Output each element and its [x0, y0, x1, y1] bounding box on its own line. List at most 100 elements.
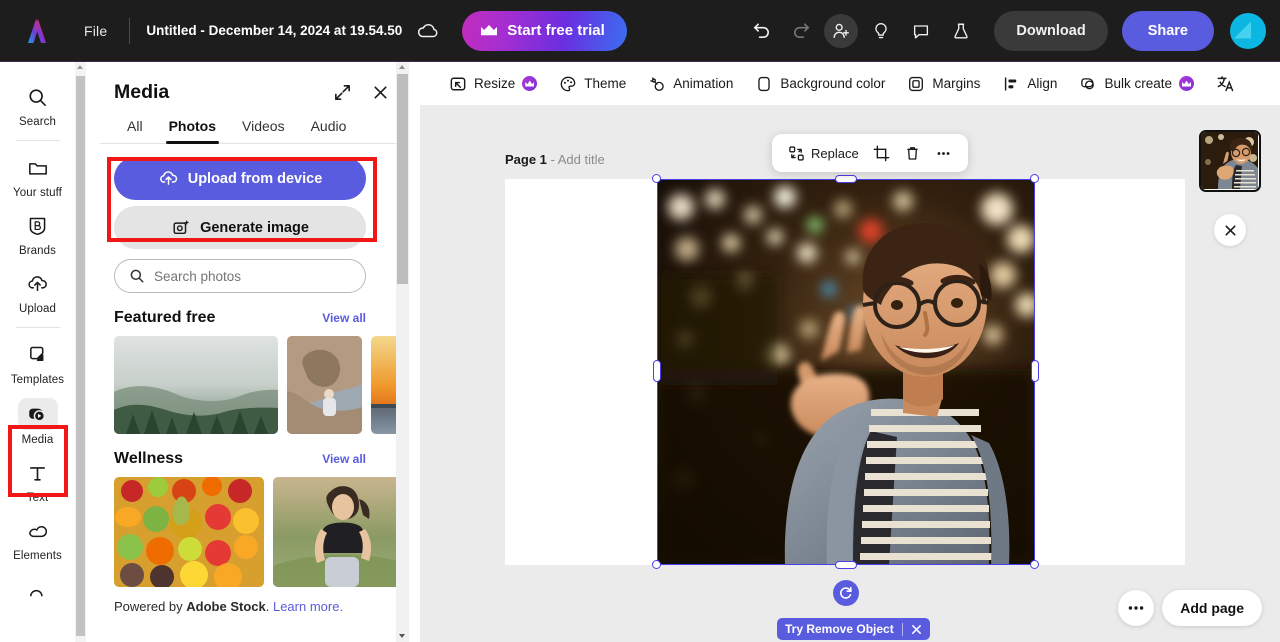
brand-shield-icon — [21, 211, 55, 241]
lightbulb-icon[interactable] — [864, 14, 898, 48]
media-icon — [17, 398, 58, 430]
section-title: Featured free — [114, 309, 216, 326]
scrollbar-thumb[interactable] — [76, 76, 85, 636]
document-title[interactable]: Untitled - December 14, 2024 at 19.54.50 — [146, 23, 402, 38]
page-more-options-button[interactable] — [1118, 590, 1155, 626]
sidebar-item-text[interactable]: Text — [5, 452, 71, 510]
download-button[interactable]: Download — [994, 10, 1108, 51]
photo-thumbnail-misty-forest[interactable] — [114, 336, 278, 434]
add-title-placeholder[interactable]: - Add title — [547, 152, 605, 167]
sidebar-item-your-stuff[interactable]: Your stuff — [5, 147, 71, 205]
start-free-trial-button[interactable]: Start free trial — [462, 10, 627, 51]
sidebar-item-brands[interactable]: Brands — [5, 205, 71, 263]
sidebar-item-templates[interactable]: Templates — [5, 334, 71, 392]
more-options-button[interactable] — [929, 140, 958, 167]
sidebar-label: Templates — [10, 374, 65, 386]
scroll-down-arrow-icon[interactable] — [399, 634, 405, 638]
panel-actions — [330, 80, 392, 104]
selected-image[interactable] — [657, 179, 1035, 565]
page-thumbnail-panel — [1194, 130, 1266, 246]
sidebar-item-media[interactable]: Media — [5, 392, 71, 452]
close-icon[interactable] — [911, 624, 922, 635]
cloud-sync-icon — [416, 21, 440, 41]
undo-icon[interactable] — [744, 14, 778, 48]
toolbar-translate[interactable] — [1207, 68, 1244, 99]
toolbar-label: Theme — [584, 76, 627, 91]
photo-thumbnail-woman-on-rocks[interactable] — [287, 336, 362, 434]
learn-more-link[interactable]: Learn more. — [273, 599, 343, 614]
comment-icon[interactable] — [904, 14, 938, 48]
view-all-link-featured[interactable]: View all — [322, 311, 366, 325]
redo-icon[interactable] — [784, 14, 818, 48]
close-thumbnail-panel-button[interactable] — [1214, 214, 1246, 246]
tab-photos[interactable]: Photos — [156, 118, 229, 144]
sidebar-item-partial[interactable] — [5, 568, 71, 610]
tab-videos[interactable]: Videos — [229, 118, 298, 143]
try-remove-object-badge[interactable]: Try Remove Object — [777, 618, 930, 640]
scrollbar-thumb[interactable] — [397, 74, 408, 284]
rotate-handle[interactable] — [833, 580, 859, 606]
rail-divider — [15, 327, 60, 328]
search-icon — [129, 268, 145, 284]
photo-thumbnail-fruits-vegetables[interactable] — [114, 477, 264, 587]
avatar[interactable] — [1230, 12, 1266, 49]
scroll-up-arrow-icon[interactable] — [399, 65, 405, 69]
sidebar-item-elements[interactable]: Elements — [5, 510, 71, 568]
toolbar-bulk-create[interactable]: Bulk create — [1070, 69, 1203, 99]
photo-thumbnail-woman-jogging[interactable] — [273, 477, 408, 587]
media-panel: Media All Photos Videos Audio Upload fro… — [98, 62, 408, 642]
tab-audio[interactable]: Audio — [298, 118, 360, 143]
share-button[interactable]: Share — [1121, 10, 1214, 51]
rotate-icon — [838, 585, 854, 601]
toolbar-margins[interactable]: Margins — [898, 69, 989, 99]
add-page-button[interactable]: Add page — [1162, 590, 1262, 626]
adobe-express-logo-icon[interactable] — [22, 16, 56, 46]
palette-icon — [559, 75, 577, 93]
view-all-link-wellness[interactable]: View all — [322, 452, 366, 466]
toolbar-background-color[interactable]: Background color — [746, 69, 894, 99]
search-photos-input[interactable] — [154, 268, 351, 284]
generate-image-button[interactable]: Generate image — [114, 206, 366, 249]
image-float-toolbar: Replace — [772, 134, 968, 172]
toolbar-resize[interactable]: Resize — [440, 69, 546, 99]
upload-cloud-icon — [21, 269, 55, 299]
tab-all[interactable]: All — [114, 118, 156, 143]
toolbar-animation[interactable]: Animation — [639, 69, 742, 99]
resize-handle-top-left[interactable] — [652, 174, 661, 183]
rail-scrollbar[interactable] — [75, 62, 86, 642]
beaker-icon[interactable] — [944, 14, 978, 48]
crop-button[interactable] — [867, 140, 896, 167]
file-menu-button[interactable]: File — [76, 18, 115, 44]
sidebar-item-upload[interactable]: Upload — [5, 263, 71, 321]
toolbar-theme[interactable]: Theme — [550, 69, 635, 99]
premium-crown-badge-icon — [1179, 76, 1194, 91]
premium-crown-badge-icon — [522, 76, 538, 91]
resize-handle-bottom-right[interactable] — [1030, 560, 1039, 569]
upload-from-device-button[interactable]: Upload from device — [114, 157, 366, 200]
resize-handle-middle-right[interactable] — [1031, 360, 1039, 382]
wellness-thumbnails — [98, 468, 408, 587]
margins-icon — [907, 75, 925, 93]
scroll-up-arrow-icon[interactable] — [77, 65, 83, 69]
trial-button-label: Start free trial — [507, 22, 605, 39]
sidebar-item-search[interactable]: Search — [5, 76, 71, 134]
resize-handle-bottom-center[interactable] — [835, 561, 857, 569]
replace-button[interactable]: Replace — [782, 140, 865, 167]
adobe-express-app: File Untitled - December 14, 2024 at 19.… — [0, 0, 1280, 642]
delete-button[interactable] — [898, 140, 927, 167]
page-thumbnail[interactable] — [1199, 130, 1261, 192]
resize-handle-top-center[interactable] — [835, 175, 857, 183]
folder-icon — [21, 153, 55, 183]
toolbar-align[interactable]: Align — [993, 69, 1066, 99]
close-icon[interactable] — [368, 80, 392, 104]
panel-header: Media — [98, 62, 408, 104]
canvas-area[interactable]: Page 1 - Add title Replace Try Remove Ob… — [420, 106, 1280, 642]
media-panel-scrollbar[interactable] — [396, 62, 409, 642]
resize-handle-bottom-left[interactable] — [652, 560, 661, 569]
resize-handle-middle-left[interactable] — [653, 360, 661, 382]
page-label[interactable]: Page 1 - Add title — [505, 152, 605, 167]
expand-diagonal-icon[interactable] — [330, 80, 354, 104]
search-photos-input-wrapper[interactable] — [114, 259, 366, 293]
resize-handle-top-right[interactable] — [1030, 174, 1039, 183]
add-user-icon[interactable] — [824, 13, 859, 48]
